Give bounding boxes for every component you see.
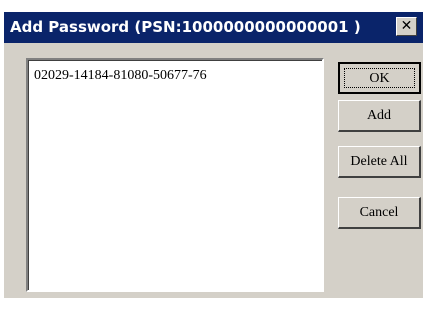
add-password-dialog: Add Password (PSN:1000000000000001 ) ✕ 0…: [4, 12, 423, 298]
delete-all-button[interactable]: Delete All: [338, 146, 421, 178]
add-button[interactable]: Add: [338, 100, 421, 132]
add-button-label: Add: [366, 108, 392, 123]
window-title: Add Password (PSN:1000000000000001 ): [10, 18, 361, 36]
ok-button-label: OK: [369, 71, 390, 86]
list-item[interactable]: 02029-14184-81080-50677-76: [34, 68, 207, 84]
delete-all-button-label: Delete All: [350, 154, 408, 169]
password-list[interactable]: 02029-14184-81080-50677-76: [26, 58, 324, 292]
title-bar[interactable]: Add Password (PSN:1000000000000001 ): [4, 12, 423, 43]
cancel-button[interactable]: Cancel: [338, 197, 421, 229]
close-icon: ✕: [400, 18, 413, 34]
cancel-button-label: Cancel: [359, 205, 399, 220]
close-button[interactable]: ✕: [396, 17, 417, 36]
ok-button[interactable]: OK: [338, 62, 421, 94]
